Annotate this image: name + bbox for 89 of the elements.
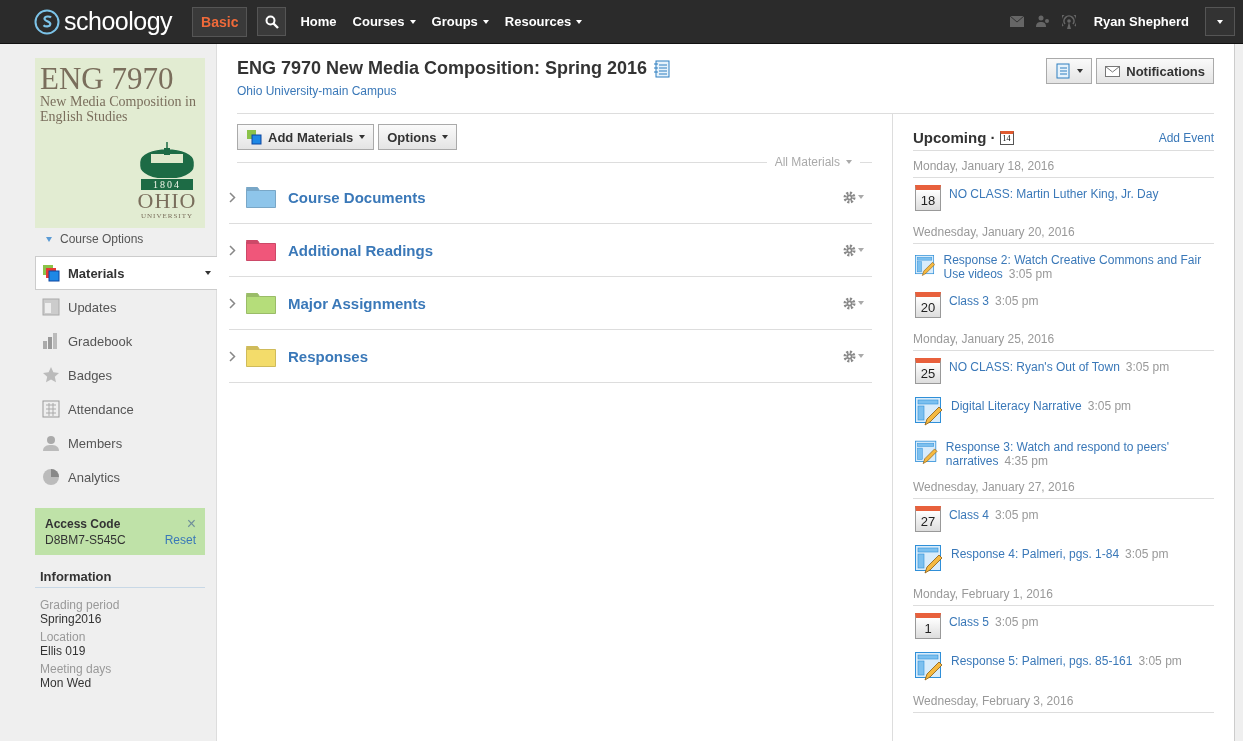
folder-settings-button[interactable] — [843, 349, 864, 363]
event-link[interactable]: NO CLASS: Ryan's Out of Town 3:05 pm — [949, 358, 1170, 374]
calendar-date-icon: 25 — [915, 358, 941, 384]
options-button[interactable]: Options — [378, 124, 458, 150]
building-emblem-icon — [137, 142, 197, 178]
assignment-pencil-icon — [915, 652, 943, 682]
add-materials-button[interactable]: Add Materials — [237, 124, 375, 150]
date-heading: Wednesday, February 3, 2016 — [913, 686, 1214, 713]
sidebar-item[interactable]: Badges — [35, 358, 216, 392]
envelope-icon — [1105, 65, 1121, 77]
chevron-right-icon[interactable] — [229, 297, 236, 309]
folder-link[interactable]: Major Assignments — [288, 294, 426, 312]
search-icon — [264, 14, 279, 29]
basic-mode-button[interactable]: Basic — [192, 6, 248, 37]
folder-settings-button[interactable] — [843, 296, 864, 310]
info-value: Mon Wed — [39, 676, 93, 690]
logo-text[interactable]: schoology — [64, 7, 173, 36]
info-label: Location — [39, 631, 87, 643]
assignment-pencil-icon — [915, 397, 943, 427]
date-heading: Wednesday, January 20, 2016 — [913, 217, 1214, 244]
school-link[interactable]: Ohio University-main Campus — [237, 84, 397, 98]
info-value: Spring2016 — [39, 612, 103, 626]
sidebar-item[interactable]: Gradebook — [35, 324, 216, 358]
notebook-icon — [1055, 63, 1072, 79]
date-heading: Monday, January 25, 2016 — [913, 324, 1214, 351]
logo-icon — [34, 8, 60, 35]
calendar-icon[interactable]: 14 — [999, 130, 1014, 145]
calendar-date-icon: 1 — [915, 613, 941, 639]
info-label: Meeting days — [39, 663, 113, 675]
user-name[interactable]: Ryan Shepherd — [1093, 14, 1189, 29]
event-link[interactable]: Response 2: Watch Creative Commons and Fair Use videos 3:05 pm — [943, 251, 1214, 281]
info-value: Ellis 019 — [39, 644, 87, 658]
updates-icon — [42, 298, 60, 316]
nav-link[interactable]: Home — [294, 10, 343, 33]
date-heading: Monday, February 1, 2016 — [913, 579, 1214, 606]
gradebook-icon — [42, 332, 60, 350]
event-link[interactable]: NO CLASS: Martin Luther King, Jr. Day — [949, 185, 1159, 201]
chevron-right-icon[interactable] — [229, 350, 236, 362]
materials-icon — [42, 264, 60, 282]
close-button[interactable]: × — [186, 517, 196, 531]
nav-link[interactable]: Resources — [498, 10, 589, 33]
people-icon[interactable] — [1035, 15, 1050, 28]
date-heading: Monday, January 18, 2016 — [913, 151, 1214, 178]
attendance-icon — [42, 400, 60, 418]
folder-link[interactable]: Course Documents — [288, 188, 426, 206]
event-link[interactable]: Digital Literacy Narrative 3:05 pm — [951, 397, 1132, 413]
event-link[interactable]: Class 3 3:05 pm — [949, 292, 1039, 308]
upcoming-heading: Upcoming · — [913, 129, 996, 146]
folder-settings-button[interactable] — [843, 243, 864, 257]
nav-link[interactable]: Groups — [425, 10, 495, 33]
notifications-button[interactable]: Notifications — [1096, 58, 1214, 84]
access-code-value: D8BM7-S545C — [45, 533, 126, 547]
assignment-pencil-icon — [915, 545, 943, 575]
date-heading: Wednesday, January 27, 2016 — [913, 472, 1214, 499]
sidebar-item[interactable]: Materials — [35, 256, 217, 290]
sidebar-item[interactable]: Members — [35, 426, 216, 460]
user-menu-button[interactable] — [1205, 7, 1235, 36]
reset-link[interactable]: Reset — [164, 533, 196, 547]
notebook-icon[interactable] — [654, 59, 671, 78]
view-menu-button[interactable] — [1046, 58, 1093, 84]
add-event-link[interactable]: Add Event — [1158, 130, 1214, 145]
calendar-date-icon: 27 — [915, 506, 941, 532]
event-link[interactable]: Class 5 3:05 pm — [949, 613, 1039, 629]
person-icon — [42, 434, 60, 452]
course-title: ENG 7970 New Media Composition: Spring 2016 — [237, 58, 648, 79]
signal-icon[interactable] — [1061, 14, 1076, 29]
materials-icon — [246, 129, 262, 145]
nav-link[interactable]: Courses — [346, 10, 422, 33]
pie-chart-icon — [42, 468, 60, 486]
search-button[interactable] — [257, 7, 287, 36]
folder-link[interactable]: Additional Readings — [288, 241, 433, 259]
sidebar-item[interactable]: Analytics — [35, 460, 216, 494]
event-link[interactable]: Class 4 3:05 pm — [949, 506, 1039, 522]
information-heading: Information — [35, 569, 205, 588]
sidebar-item[interactable]: Updates — [35, 290, 216, 324]
event-link[interactable]: Response 3: Watch and respond to peers' narratives 4:35 pm — [945, 438, 1214, 468]
mail-icon[interactable] — [1009, 16, 1024, 27]
event-link[interactable]: Response 4: Palmeri, pgs. 1-84 3:05 pm — [951, 545, 1169, 561]
sidebar-item[interactable]: Attendance — [35, 392, 216, 426]
chevron-right-icon[interactable] — [229, 244, 236, 256]
calendar-date-icon: 20 — [915, 292, 941, 318]
folder-link[interactable]: Responses — [288, 347, 369, 365]
folder-settings-button[interactable] — [843, 190, 864, 204]
info-label: Grading period — [39, 599, 121, 611]
access-code-title: Access Code — [45, 517, 122, 531]
chevron-right-icon[interactable] — [229, 191, 236, 203]
calendar-date-icon: 18 — [915, 185, 941, 211]
event-link[interactable]: Response 5: Palmeri, pgs. 85-161 3:05 pm — [951, 652, 1182, 668]
star-icon — [42, 366, 60, 384]
